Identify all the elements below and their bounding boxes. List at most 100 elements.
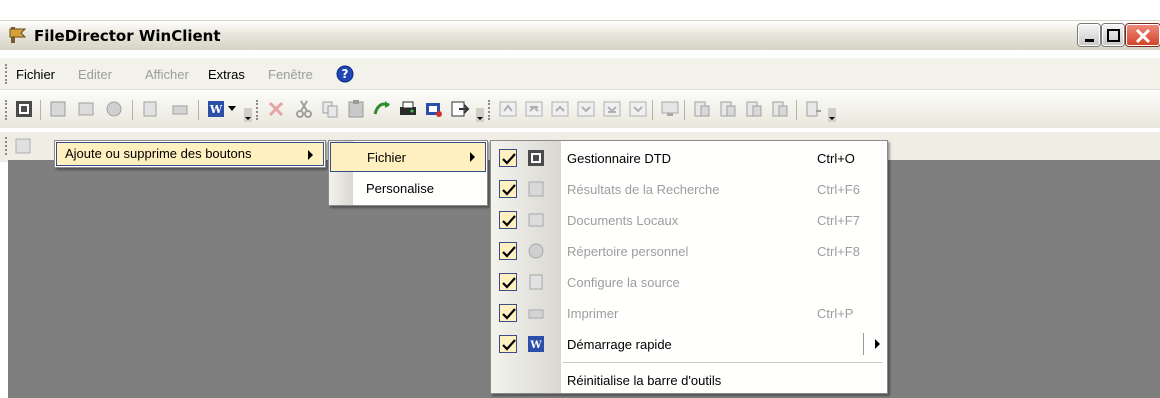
toolbar-grip[interactable] [256,100,259,120]
menu-item-personalise[interactable]: Personalise [330,174,486,204]
menu-item-label: Ajoute ou supprime des boutons [65,146,252,161]
minimize-button[interactable] [1078,24,1100,46]
menu-item-label: Imprimer [567,306,619,321]
toolbar-grip[interactable] [488,100,491,120]
toolbar-separator [684,100,685,120]
cut-icon[interactable] [294,99,314,119]
nav-first-icon[interactable] [498,99,518,119]
dtd-manager-icon[interactable] [14,99,34,119]
toolbar-separator [40,100,41,120]
menu-item-configure-source[interactable]: Configure la source [491,267,887,297]
menu-separator [563,362,883,363]
nav-next-page-icon[interactable] [602,99,622,119]
quick-start-icon[interactable]: W [206,99,226,119]
monitor-icon[interactable] [660,99,680,119]
nav-prev-page-icon[interactable] [524,99,544,119]
nav-prev-icon[interactable] [550,99,570,119]
menu-bar: Fichier Editer Afficher Extras Fenêtre ? [0,58,1160,90]
scan-icon[interactable] [398,99,418,119]
configure-source-icon[interactable] [140,99,160,119]
checkmark-icon[interactable] [499,180,517,198]
menu-item-shortcut: Ctrl+P [817,306,854,321]
close-icon [1135,28,1151,44]
menu-item-label: Démarrage rapide [567,337,672,352]
doc-move-icon[interactable] [804,99,824,119]
toolbar-overflow-icon[interactable] [476,108,484,122]
menu-item-resultats-recherche[interactable]: Résultats de la Recherche Ctrl+F6 [491,174,887,204]
svg-text:?: ? [342,67,349,81]
copy-icon[interactable] [320,99,340,119]
menu-item-gestionnaire-dtd[interactable]: Gestionnaire DTD Ctrl+O [491,143,887,173]
toolbar-button-icon[interactable] [14,137,32,155]
checkmark-icon[interactable] [499,273,517,291]
toolbar-separator [132,100,133,120]
menu-item-label: Documents Locaux [567,213,679,228]
toolbar-options-menu: Ajoute ou supprime des boutons [54,140,326,168]
submenu-arrow-icon [470,152,475,162]
submenu-arrow-icon [308,150,313,160]
close-button[interactable] [1126,24,1160,46]
personal-directory-icon[interactable] [104,99,124,119]
quick-start-icon: W [528,336,544,352]
doc-link3-icon[interactable] [744,99,764,119]
toolbar-grip[interactable] [5,100,8,120]
menu-item-label: Résultats de la Recherche [567,182,720,197]
doc-link-icon[interactable] [692,99,712,119]
menu-editer[interactable]: Editer [78,67,112,82]
standard-toolbar: W [0,92,1160,128]
add-remove-buttons-item[interactable]: Ajoute ou supprime des boutons [56,142,324,166]
help-icon[interactable]: ? [336,65,354,83]
menu-item-reset-toolbar[interactable]: Réinitialise la barre d'outils [491,365,887,395]
doc-link2-icon[interactable] [718,99,738,119]
checkmark-icon[interactable] [499,335,517,353]
maximize-button[interactable] [1102,24,1124,46]
maximize-icon [1107,29,1120,42]
local-documents-icon [528,213,544,227]
minimize-icon [1085,39,1094,42]
menu-item-demarrage-rapide[interactable]: W Démarrage rapide [491,329,887,359]
menu-item-repertoire-personnel[interactable]: Répertoire personnel Ctrl+F8 [491,236,887,266]
retrieve-icon[interactable] [372,99,392,119]
local-documents-icon[interactable] [76,99,96,119]
checkmark-icon[interactable] [499,211,517,229]
dtd-manager-icon [528,150,544,166]
menu-afficher[interactable]: Afficher [145,67,189,82]
title-bar[interactable]: FileDirector WinClient [0,20,1160,50]
menu-fichier[interactable]: Fichier [16,67,55,82]
chevron-down-icon[interactable] [228,106,236,112]
menu-item-label: Réinitialise la barre d'outils [567,373,722,388]
nav-last-icon[interactable] [628,99,648,119]
menu-extras[interactable]: Extras [208,67,245,82]
menubar-grip[interactable] [5,64,8,84]
toolbar-choice-menu: Fichier Personalise [328,140,488,206]
toolbar-overflow-icon[interactable] [828,108,836,122]
submenu-arrow-icon[interactable] [875,339,880,349]
delete-icon[interactable] [266,99,286,119]
svg-text:W: W [209,103,223,116]
nav-next-icon[interactable] [576,99,596,119]
menu-fenetre[interactable]: Fenêtre [268,67,313,82]
configure-source-icon [529,274,543,290]
menu-item-shortcut: Ctrl+F7 [817,213,860,228]
menu-item-label: Configure la source [567,275,680,290]
doc-link4-icon[interactable] [770,99,790,119]
search-results-icon[interactable] [48,99,68,119]
checkmark-icon[interactable] [499,304,517,322]
toolbar-separator [652,100,653,120]
menu-item-shortcut: Ctrl+F8 [817,244,860,259]
archive-icon[interactable] [424,99,444,119]
checkmark-icon[interactable] [499,149,517,167]
svg-text:W: W [529,340,542,351]
export-icon[interactable] [450,99,470,119]
menu-item-shortcut: Ctrl+F6 [817,182,860,197]
checkmark-icon[interactable] [499,242,517,260]
print-icon[interactable] [170,99,190,119]
menu-item-imprimer[interactable]: Imprimer Ctrl+P [491,298,887,328]
menu-item-documents-locaux[interactable]: Documents Locaux Ctrl+F7 [491,205,887,235]
app-logo-icon [9,27,27,43]
toolbar-overflow-icon[interactable] [244,108,252,122]
toolbar-grip[interactable] [5,137,8,155]
paste-icon[interactable] [346,99,366,119]
menu-item-fichier[interactable]: Fichier [330,142,486,172]
toolbar-separator [198,100,199,120]
